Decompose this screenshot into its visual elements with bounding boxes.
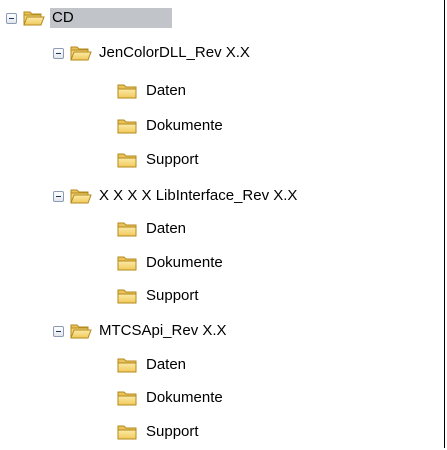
folder-open-icon [70,44,92,62]
folder-icon [117,356,139,374]
folder-icon [117,423,139,441]
tree-node-leaf[interactable]: Support [117,421,201,443]
tree-node-leaf[interactable]: Daten [117,354,188,376]
tree-node-group[interactable]: JenColorDLL_Rev X.X [53,42,252,64]
tree-node-leaf[interactable]: Daten [117,218,188,240]
tree-node-label[interactable]: Daten [144,219,188,239]
folder-open-icon [70,322,92,340]
tree-node-label[interactable]: X X X X LibInterface_Rev X.X [97,186,299,206]
tree-node-label[interactable]: Dokumente [144,253,225,273]
folder-icon [117,287,139,305]
tree-node-label[interactable]: Daten [144,355,188,375]
folder-open-icon [70,187,92,205]
folder-icon [117,220,139,238]
tree-node-leaf[interactable]: Daten [117,80,188,102]
tree-node-label[interactable]: JenColorDLL_Rev X.X [97,43,252,63]
collapse-toggle-icon[interactable] [53,325,64,337]
collapse-toggle-icon[interactable] [53,190,64,202]
tree-node-label[interactable]: Support [144,286,201,306]
collapse-toggle-icon[interactable] [53,47,64,59]
tree-node-leaf[interactable]: Dokumente [117,387,225,409]
tree-node-label[interactable]: Dokumente [144,388,225,408]
tree-node-group[interactable]: MTCSApi_Rev X.X [53,320,229,342]
tree-node-root[interactable]: CD [6,7,172,29]
folder-icon [117,151,139,169]
tree-node-leaf[interactable]: Dokumente [117,252,225,274]
tree-node-label[interactable]: CD [50,8,172,28]
folder-icon [117,254,139,272]
folder-icon [117,82,139,100]
tree-node-label[interactable]: Dokumente [144,116,225,136]
tree-node-label[interactable]: Support [144,422,201,442]
tree-node-label[interactable]: Daten [144,81,188,101]
folder-open-icon [23,9,45,27]
tree-node-label[interactable]: MTCSApi_Rev X.X [97,321,229,341]
tree-node-group[interactable]: X X X X LibInterface_Rev X.X [53,185,299,207]
folder-icon [117,117,139,135]
tree-node-leaf[interactable]: Support [117,285,201,307]
collapse-toggle-icon[interactable] [6,12,17,24]
tree-node-leaf[interactable]: Support [117,149,201,171]
folder-icon [117,389,139,407]
folder-tree: CD JenColorDLL_Rev X.X Daten Dokumente S… [0,0,445,448]
tree-node-label[interactable]: Support [144,150,201,170]
tree-node-leaf[interactable]: Dokumente [117,115,225,137]
